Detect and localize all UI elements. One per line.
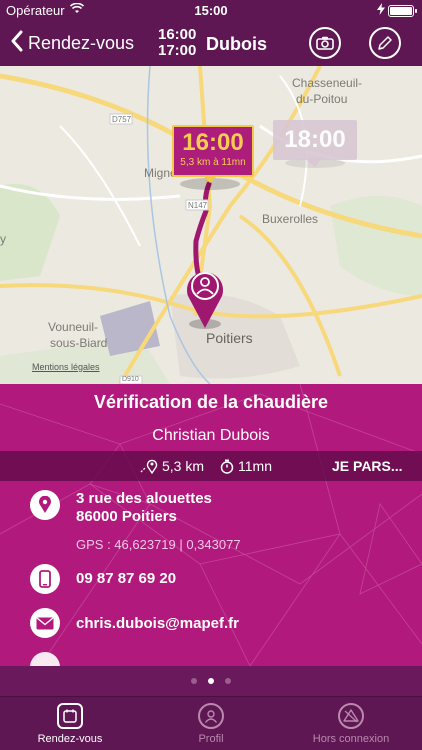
phone-icon [30, 564, 60, 594]
page-indicator[interactable] [0, 666, 422, 696]
tab-profil[interactable]: Profil [156, 703, 266, 745]
tab-label: Hors connexion [312, 733, 390, 745]
next-appointment-bubble[interactable]: 18:00 [273, 120, 357, 160]
pencil-icon [378, 36, 392, 50]
email-address: chris.dubois@mapef.fr [76, 615, 239, 632]
address-line2: 86000 Poitiers [76, 508, 177, 525]
map-pin-icon[interactable] [186, 264, 224, 330]
map-place-label: y [0, 232, 6, 246]
page-dot[interactable] [191, 678, 197, 684]
status-bar: Opérateur 15:00 [0, 0, 422, 22]
tab-hors-connexion[interactable]: Hors connexion [296, 703, 406, 745]
time-end: 17:00 [158, 42, 197, 59]
map-place-label: Poitiers [206, 330, 253, 346]
duration-info: 11mn [220, 458, 272, 474]
stopwatch-icon [220, 459, 234, 474]
battery-icon [388, 5, 417, 17]
route-info-bar: 5,3 km 11mn JE PARS... [0, 451, 422, 481]
page-dot-active[interactable] [208, 678, 214, 684]
appointment-times: 16:00 17:00 [158, 27, 196, 59]
road-label: D757 [112, 115, 132, 124]
phone-number: 09 87 87 69 20 [76, 570, 177, 587]
location-icon [30, 490, 60, 520]
tab-rendez-vous[interactable]: Rendez-vous [15, 703, 125, 745]
road-label: N147 [188, 201, 208, 210]
route-distance-icon [140, 459, 158, 474]
duration-value: 11mn [238, 458, 272, 474]
client-full-name: Christian Dubois [152, 427, 270, 444]
back-button[interactable]: Rendez-vous [10, 30, 134, 56]
start-trip-button[interactable]: JE PARS... [332, 458, 403, 474]
map-place-label: Vouneuil- [48, 320, 99, 334]
legal-mentions-link[interactable]: Mentions légales [32, 362, 100, 372]
appointment-title: Vérification de la chaudière [93, 392, 329, 412]
camera-icon [316, 36, 334, 50]
current-appointment-bubble[interactable]: 16:00 5,3 km à 11mn [172, 125, 254, 177]
charging-icon [377, 3, 385, 18]
status-time: 15:00 [194, 3, 228, 18]
offline-icon [338, 703, 364, 729]
distance-value: 5,3 km [162, 458, 205, 474]
header-client-name: Dubois [206, 34, 267, 54]
distance-info: 5,3 km [140, 458, 204, 474]
tab-bar: Rendez-vous Profil Hors connexion [0, 696, 422, 750]
map-place-label: sous-Biard [50, 336, 108, 350]
bubble-subtitle: 5,3 km à 11mn [180, 157, 246, 168]
mail-icon [30, 608, 60, 638]
gps-coordinates: GPS : 46,623719 | 0,343077 [76, 537, 241, 552]
address-line1: 3 rue des alouettes [76, 490, 212, 507]
tab-label: Rendez-vous [37, 733, 103, 745]
route-map[interactable]: D757 N147 D910 Chasseneuil- du-Poitou Mi… [0, 66, 422, 384]
edit-button[interactable] [369, 27, 401, 59]
time-start: 16:00 [158, 26, 197, 43]
map-place-label: Buxerolles [262, 212, 319, 226]
user-icon [198, 703, 224, 729]
appointment-panel: Vérification de la chaudière Christian D… [0, 384, 422, 666]
map-place-label: Chasseneuil- [292, 76, 363, 90]
page-dot[interactable] [225, 678, 231, 684]
top-bar: Opérateur 15:00 Rendez-vous 16:00 17:00 … [0, 0, 422, 66]
camera-button[interactable] [309, 27, 341, 59]
chevron-left-icon [10, 30, 24, 56]
back-label: Rendez-vous [28, 32, 135, 53]
nav-header: Rendez-vous 16:00 17:00 Dubois [0, 22, 422, 66]
bubble-time: 16:00 [182, 129, 244, 156]
calendar-icon [57, 703, 83, 729]
road-label: D910 [122, 376, 139, 383]
tab-label: Profil [198, 733, 224, 745]
map-place-label: du-Poitou [296, 92, 348, 106]
bubble-time: 18:00 [284, 126, 346, 153]
